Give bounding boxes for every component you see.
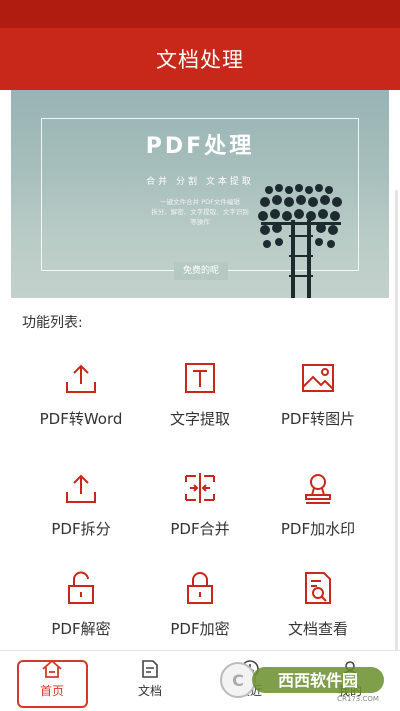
pdf-encrypt-label: PDF加密: [170, 620, 230, 638]
lock-icon: [187, 572, 213, 604]
stamp-icon: [305, 474, 331, 504]
pdf-decrypt-button[interactable]: PDF解密: [21, 570, 141, 639]
upload-icon: [66, 364, 96, 393]
text-extract-label: 文字提取: [169, 410, 230, 428]
svg-text:西西软件园: 西西软件园: [278, 671, 358, 690]
pdf-encrypt-button[interactable]: PDF加密: [140, 570, 260, 639]
app-header: 文档处理: [0, 28, 400, 90]
pdf-to-image-label: PDF转图片: [280, 410, 356, 428]
merge-icon: [185, 473, 215, 503]
nav-home[interactable]: 首页: [17, 659, 87, 707]
document-icon: [142, 660, 158, 678]
pdf-merge-button[interactable]: PDF合并: [140, 470, 260, 539]
status-bar: [0, 0, 400, 28]
upload-icon: [66, 474, 96, 503]
pdf-watermark-button[interactable]: PDF加水印: [258, 470, 378, 539]
nav-docs[interactable]: 文档: [115, 659, 185, 707]
function-list-label: 功能列表:: [22, 315, 83, 331]
document-view-label: 文档查看: [287, 620, 348, 638]
pdf-to-word-button[interactable]: PDF转Word: [21, 360, 141, 429]
stadium-light-tower-image: [258, 184, 342, 298]
home-icon: [42, 659, 62, 678]
unlock-icon: [68, 571, 94, 604]
text-t-icon: [185, 363, 215, 393]
pdf-to-word-label: PDF转Word: [39, 410, 123, 428]
nav-docs-label: 文档: [137, 684, 162, 698]
svg-text:CR173.COM: CR173.COM: [337, 695, 379, 703]
nav-home-label: 首页: [39, 684, 64, 698]
image-icon: [302, 364, 334, 392]
pdf-split-button[interactable]: PDF拆分: [21, 470, 141, 539]
document-view-button[interactable]: 文档查看: [258, 570, 378, 639]
banner-title: PDF处理: [145, 134, 255, 159]
promo-banner[interactable]: PDF处理 合并 分割 文本提取 一键文件合并 PDF文件编辑 拆分、解密、文字…: [11, 90, 389, 298]
main-content[interactable]: PDF处理 合并 分割 文本提取 一键文件合并 PDF文件编辑 拆分、解密、文字…: [0, 90, 400, 660]
site-watermark-logo: C 西西软件园 CR173.COM: [220, 662, 384, 703]
pdf-merge-label: PDF合并: [170, 520, 230, 538]
text-extract-button[interactable]: 文字提取: [140, 360, 260, 429]
page-title: 文档处理: [156, 48, 244, 72]
banner-caption: 免费的呢: [174, 262, 228, 280]
scrollbar[interactable]: [395, 190, 398, 660]
document-search-icon: [305, 572, 331, 604]
svg-text:C: C: [232, 671, 244, 690]
pdf-to-image-button[interactable]: PDF转图片: [258, 360, 378, 429]
pdf-decrypt-label: PDF解密: [51, 620, 111, 638]
pdf-split-label: PDF拆分: [51, 520, 111, 538]
pdf-watermark-label: PDF加水印: [280, 520, 356, 538]
